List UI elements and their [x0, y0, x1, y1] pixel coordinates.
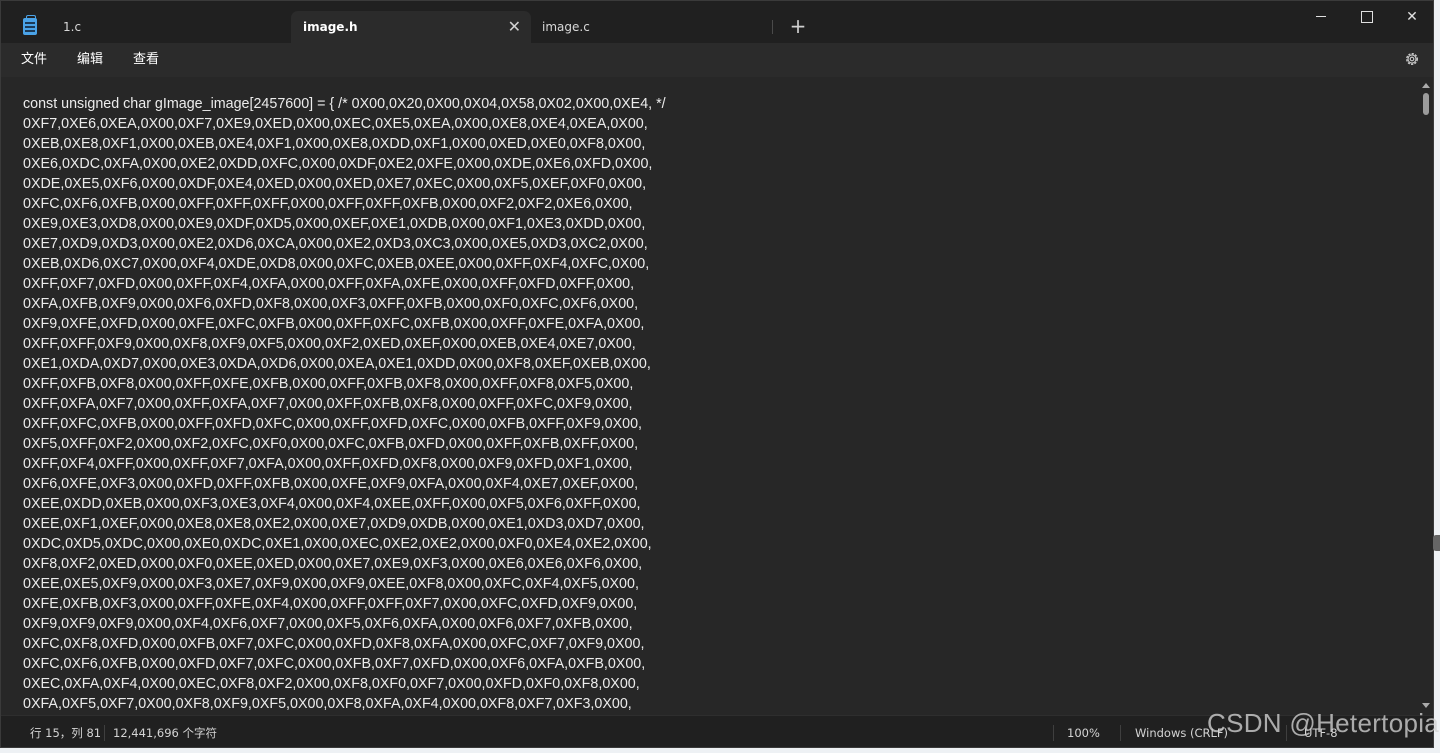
code-line: 0XF5,0XFF,0XF2,0X00,0XF2,0XFC,0XF0,0X00,…: [23, 436, 639, 452]
code-line: 0XEB,0XE8,0XF1,0X00,0XEB,0XE4,0XF1,0X00,…: [23, 136, 646, 152]
scroll-thumb[interactable]: [1423, 93, 1429, 115]
status-divider: [104, 725, 105, 741]
code-line: 0XEE,0XE5,0XF9,0X00,0XF3,0XE7,0XF9,0X00,…: [23, 576, 639, 592]
code-line: 0XF7,0XE6,0XEA,0X00,0XF7,0XE9,0XED,0X00,…: [23, 116, 648, 132]
notepad-app-icon: [23, 15, 37, 35]
zoom-level[interactable]: 100%: [1067, 716, 1100, 747]
code-line: 0XFC,0XF6,0XFB,0X00,0XFD,0XF7,0XFC,0X00,…: [23, 656, 646, 672]
code-line: 0XF9,0XFE,0XFD,0X00,0XFE,0XFC,0XFB,0X00,…: [23, 316, 645, 332]
tab-divider: [772, 20, 773, 34]
code-line: 0XFF,0XFC,0XFB,0X00,0XFF,0XFD,0XFC,0X00,…: [23, 416, 642, 432]
close-window-button[interactable]: ✕: [1389, 1, 1433, 33]
tab-label: image.h: [303, 20, 358, 34]
character-count: 12,441,696 个字符: [113, 726, 217, 740]
code-line: 0XEC,0XFA,0XF4,0X00,0XEC,0XF8,0XF2,0X00,…: [23, 676, 640, 692]
code-line: 0XE6,0XDC,0XFA,0X00,0XE2,0XDD,0XFC,0X00,…: [23, 156, 653, 172]
editor-content[interactable]: const unsigned char gImage_image[2457600…: [23, 94, 1413, 714]
tab-image-c[interactable]: image.c: [530, 11, 774, 43]
code-line: 0XE9,0XE3,0XD8,0X00,0XE9,0XDF,0XD5,0X00,…: [23, 216, 646, 232]
code-line: 0XE7,0XD9,0XD3,0X00,0XE2,0XD6,0XCA,0X00,…: [23, 236, 648, 252]
code-line: const unsigned char gImage_image[2457600…: [23, 96, 666, 112]
status-divider: [1053, 725, 1054, 741]
code-line: 0XEE,0XDD,0XEB,0X00,0XF3,0XE3,0XF4,0X00,…: [23, 496, 641, 512]
tab-bar: 1.c image.h ✕ image.c + ✕: [1, 1, 1433, 43]
tab-1-c[interactable]: 1.c: [51, 11, 295, 43]
code-line: 0XF6,0XFE,0XF3,0X00,0XFD,0XFF,0XFB,0X00,…: [23, 476, 639, 492]
code-line: 0XFE,0XFB,0XF3,0X00,0XFF,0XFE,0XF4,0X00,…: [23, 596, 638, 612]
tab-label: image.c: [542, 20, 590, 34]
menu-file[interactable]: 文件: [21, 43, 47, 77]
new-tab-button[interactable]: +: [788, 14, 808, 38]
gear-icon[interactable]: [1404, 51, 1420, 67]
code-line: 0XFA,0XFB,0XF9,0X00,0XF6,0XFD,0XF8,0X00,…: [23, 296, 639, 312]
code-line: 0XF9,0XF9,0XF9,0X00,0XF4,0XF6,0XF7,0X00,…: [23, 616, 633, 632]
code-line: 0XE1,0XDA,0XD7,0X00,0XE3,0XDA,0XD6,0X00,…: [23, 356, 651, 372]
code-line: 0XFC,0XF6,0XFB,0X00,0XFF,0XFF,0XFF,0X00,…: [23, 196, 633, 212]
code-line: 0XFF,0XFA,0XF7,0X00,0XFF,0XFA,0XF7,0X00,…: [23, 396, 633, 412]
notepad-window: 1.c image.h ✕ image.c + ✕ 文件 编辑 查看 const…: [0, 0, 1434, 748]
code-line: 0XEE,0XF1,0XEF,0X00,0XE8,0XE8,0XE2,0X00,…: [23, 516, 645, 532]
menu-bar: 文件 编辑 查看: [1, 43, 1433, 77]
code-line: 0XFF,0XF4,0XFF,0X00,0XFF,0XF7,0XFA,0X00,…: [23, 456, 633, 472]
code-line: 0XFC,0XF8,0XFD,0X00,0XFB,0XF7,0XFC,0X00,…: [23, 636, 645, 652]
close-tab-icon[interactable]: ✕: [508, 11, 521, 43]
code-line: 0XFA,0XF5,0XF7,0X00,0XF8,0XF9,0XF5,0X00,…: [23, 696, 632, 712]
tab-label: 1.c: [63, 20, 82, 34]
code-line: 0XFF,0XFF,0XF9,0X00,0XF8,0XF9,0XF5,0X00,…: [23, 336, 636, 352]
menu-edit[interactable]: 编辑: [77, 43, 103, 77]
maximize-button[interactable]: [1343, 1, 1389, 33]
menu-view[interactable]: 查看: [133, 43, 159, 77]
status-divider: [1120, 725, 1121, 741]
code-line: 0XDE,0XE5,0XF6,0X00,0XDF,0XE4,0XED,0X00,…: [23, 176, 647, 192]
code-line: 0XFF,0XFB,0XF8,0X00,0XFF,0XFE,0XFB,0X00,…: [23, 376, 634, 392]
cursor-position: 行 15，列 81: [30, 726, 102, 740]
code-line: 0XDC,0XD5,0XDC,0X00,0XE0,0XDC,0XE1,0X00,…: [23, 536, 652, 552]
scroll-up-icon[interactable]: [1422, 83, 1430, 88]
code-line: 0XF8,0XF2,0XED,0X00,0XF0,0XEE,0XED,0X00,…: [23, 556, 643, 572]
vertical-scrollbar[interactable]: [1419, 77, 1433, 715]
code-line: 0XEB,0XD6,0XC7,0X00,0XF4,0XDE,0XD8,0X00,…: [23, 256, 650, 272]
text-editor[interactable]: const unsigned char gImage_image[2457600…: [1, 77, 1433, 715]
tab-image-h[interactable]: image.h ✕: [291, 11, 531, 43]
minimize-button[interactable]: [1298, 1, 1344, 33]
code-line: 0XFF,0XF7,0XFD,0X00,0XFF,0XF4,0XFA,0X00,…: [23, 276, 635, 292]
watermark: CSDN @Hetertopia: [1207, 708, 1440, 738]
side-handle: [1433, 535, 1440, 551]
